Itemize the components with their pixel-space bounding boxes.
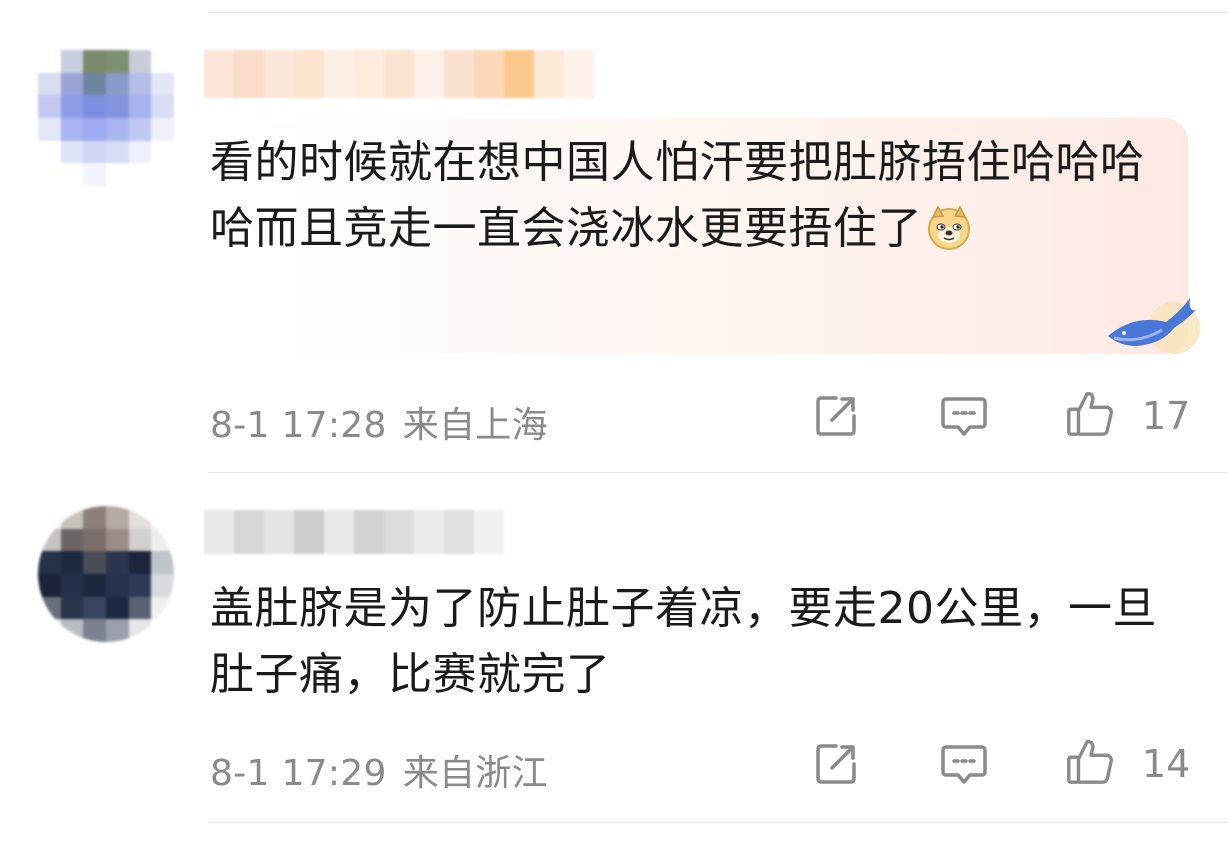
repost-button[interactable] bbox=[810, 390, 862, 442]
thumbs-up-icon bbox=[1067, 391, 1113, 436]
avatar[interactable] bbox=[38, 50, 174, 186]
comment-time: 8-1 17:29 bbox=[210, 753, 387, 794]
username-blurred[interactable] bbox=[204, 50, 594, 98]
comment-button[interactable] bbox=[938, 738, 990, 790]
like-button[interactable] bbox=[1064, 736, 1116, 788]
comment-meta: 8-1 17:28 来自上海 bbox=[210, 396, 548, 448]
share-edit-icon bbox=[816, 744, 856, 784]
comment-bubble-icon bbox=[941, 397, 987, 436]
top-divider bbox=[208, 12, 1228, 13]
doge-emoji-icon bbox=[928, 205, 970, 250]
whale-icon bbox=[1108, 298, 1200, 354]
comment-button[interactable] bbox=[938, 390, 990, 442]
share-edit-icon bbox=[816, 396, 856, 436]
username-blurred[interactable] bbox=[204, 510, 504, 554]
comment-text: 看的时候就在想中国人怕汗要把肚脐捂住哈哈哈哈而且竞走一直会浇冰水更要捂住了 bbox=[210, 137, 1145, 254]
like-count: 17 bbox=[1142, 394, 1191, 438]
like-count: 14 bbox=[1142, 742, 1191, 786]
comment-divider bbox=[208, 472, 1228, 473]
comment-list: 看的时候就在想中国人怕汗要把肚脐捂住哈哈哈哈而且竞走一直会浇冰水更要捂住了 8-… bbox=[0, 0, 1228, 853]
comment-bubble-icon bbox=[941, 745, 987, 784]
bottom-divider bbox=[208, 822, 1228, 823]
like-button[interactable] bbox=[1064, 388, 1116, 440]
comment-meta: 8-1 17:29 来自浙江 bbox=[210, 744, 548, 796]
comment-region: 来自浙江 bbox=[402, 753, 548, 794]
comment-region: 来自上海 bbox=[402, 405, 548, 446]
comment-text: 盖肚脐是为了防止肚子着凉，要走20公里，一旦肚子痛，比赛就完了 bbox=[210, 583, 1157, 700]
comment-time: 8-1 17:28 bbox=[210, 405, 387, 446]
thumbs-up-icon bbox=[1067, 739, 1113, 784]
avatar[interactable] bbox=[38, 506, 174, 642]
repost-button[interactable] bbox=[810, 738, 862, 790]
